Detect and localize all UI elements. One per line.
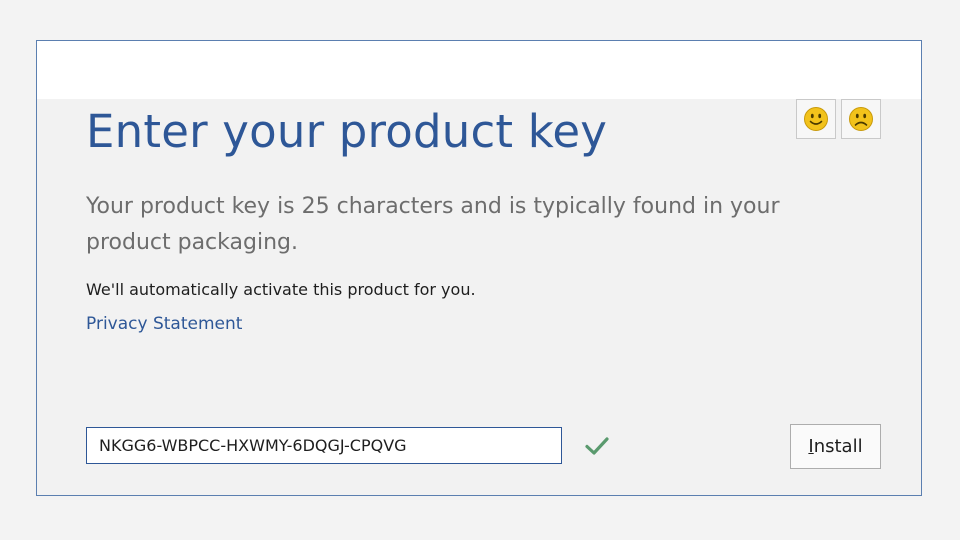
send-a-frown-button[interactable] xyxy=(841,99,881,139)
send-a-smile-button[interactable] xyxy=(796,99,836,139)
page: Enter your product key Your product key … xyxy=(0,0,960,540)
dialog-title: Enter your product key xyxy=(86,105,608,158)
smiley-face-icon xyxy=(804,107,828,131)
dialog-header-strip xyxy=(37,41,921,99)
install-label: nstall xyxy=(813,436,863,457)
privacy-statement-link[interactable]: Privacy Statement xyxy=(86,314,242,334)
activation-note: We'll automatically activate this produc… xyxy=(86,280,476,299)
frowning-face-icon xyxy=(849,107,873,131)
product-key-dialog: Enter your product key Your product key … xyxy=(36,40,922,496)
feedback-buttons xyxy=(796,99,881,139)
product-key-input[interactable] xyxy=(86,427,562,464)
product-key-description: Your product key is 25 characters and is… xyxy=(86,194,780,255)
checkmark-icon xyxy=(585,437,609,455)
install-button[interactable]: Install xyxy=(790,424,881,469)
